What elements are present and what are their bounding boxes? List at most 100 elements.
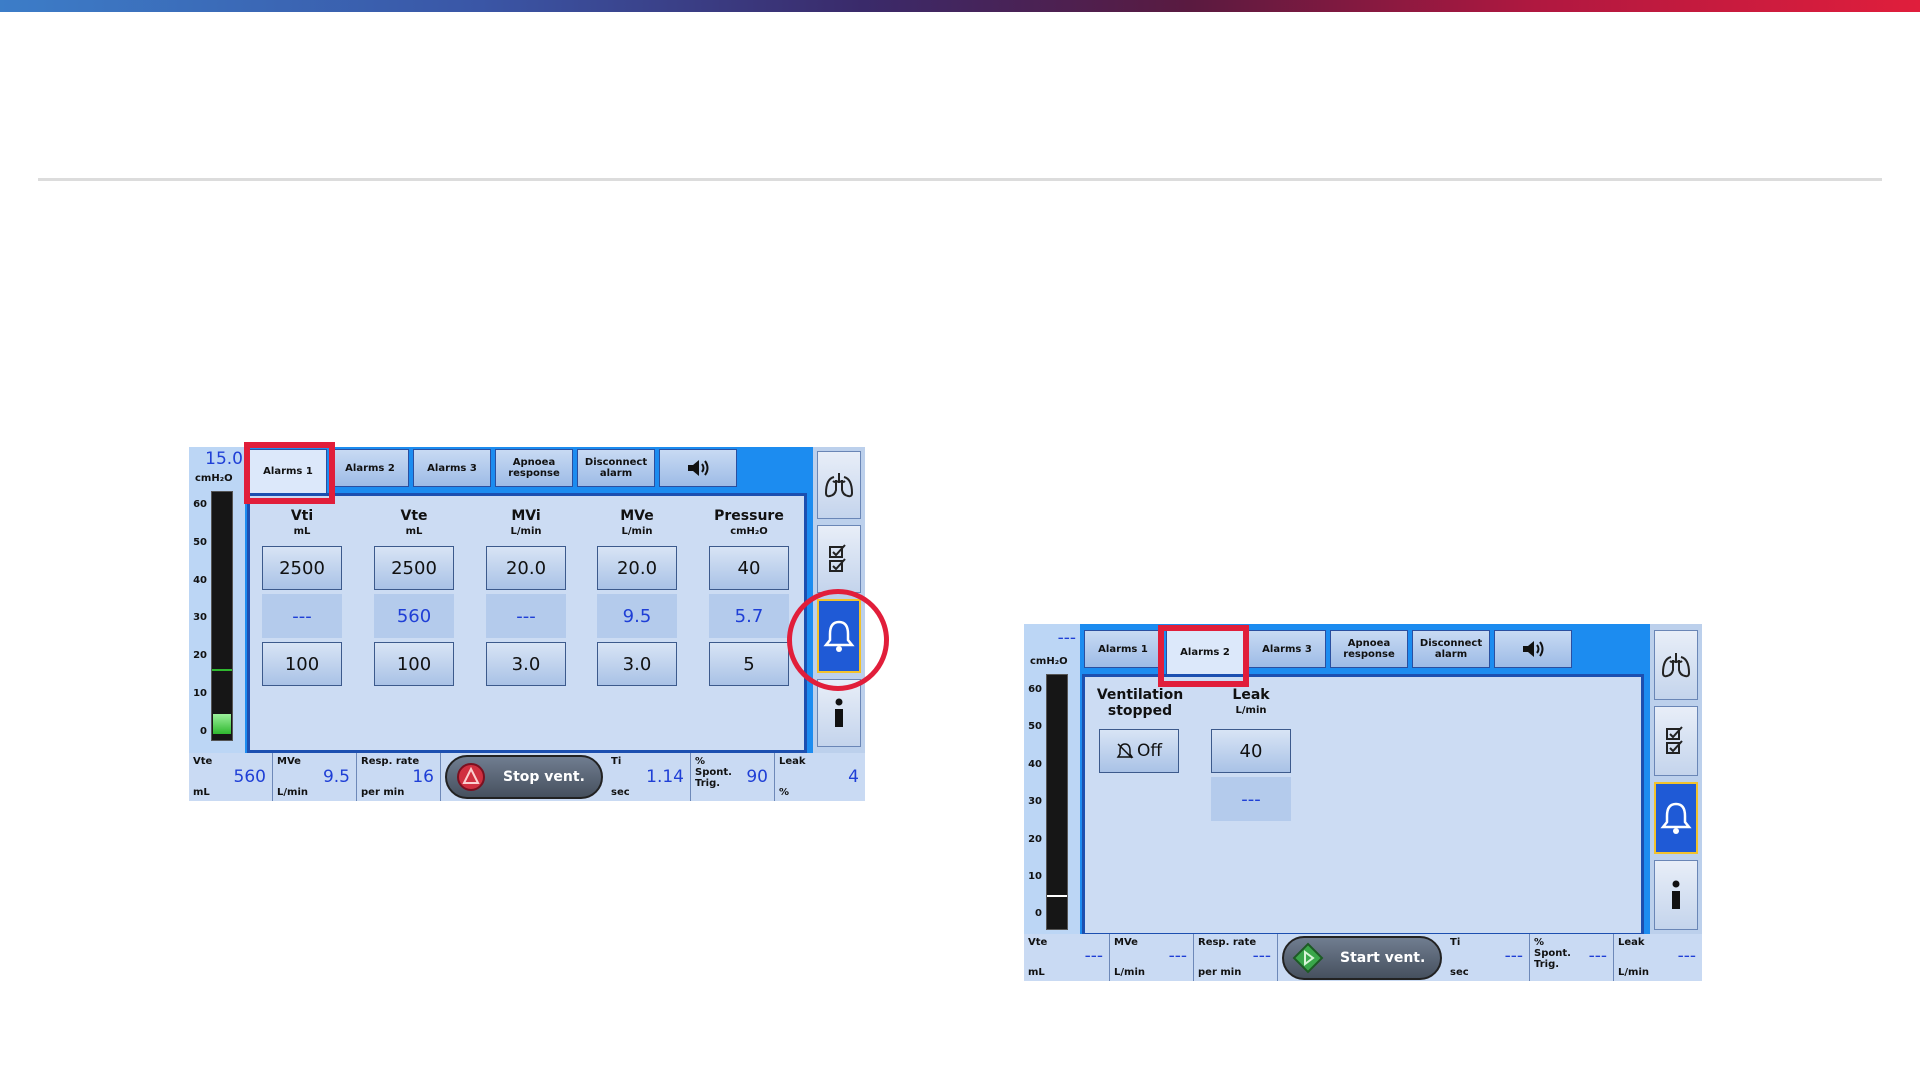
readout-mve: MVe L/min --- [1110, 934, 1194, 981]
tab-alarms-1[interactable]: Alarms 1 [1084, 630, 1162, 668]
gauge-tick: 40 [1028, 759, 1042, 770]
ventilator-screen-alarms-2: --- cmH₂O 60 50 40 30 20 10 0 Alarms 1 A… [1024, 624, 1702, 981]
checklist-menu-button[interactable] [1654, 706, 1698, 776]
column-unit: L/min [621, 526, 653, 537]
highlight-alarms-1-tab [244, 442, 335, 504]
gauge-bar [1046, 674, 1068, 930]
readout-resp-rate: Resp. rate per min 16 [357, 753, 441, 801]
tab-alarms-3[interactable]: Alarms 3 [413, 449, 491, 487]
info-menu-button[interactable] [1654, 860, 1698, 930]
gauge-unit: cmH₂O [1030, 656, 1068, 667]
readout-ti: Ti sec --- [1446, 934, 1530, 981]
ventilation-menu-button[interactable] [1654, 630, 1698, 700]
gauge-marker [1047, 895, 1067, 897]
column-unit: mL [293, 526, 311, 537]
tab-disconnect-alarm[interactable]: Disconnect alarm [1412, 630, 1490, 668]
vti-high-button[interactable]: 2500 [262, 546, 342, 590]
highlight-alarms-2-tab [1158, 625, 1249, 687]
tab-sound[interactable] [659, 449, 737, 487]
tab-alarms-2[interactable]: Alarms 2 [331, 449, 409, 487]
gauge-tick: 20 [1028, 834, 1042, 845]
stop-icon [457, 763, 485, 791]
column-unit: cmH₂O [730, 526, 768, 537]
readout-vte: Vte mL 560 [189, 753, 273, 801]
gauge-tick: 40 [193, 575, 207, 586]
ventilation-menu-button[interactable] [817, 451, 861, 519]
speaker-icon [688, 460, 709, 476]
mvi-low-button[interactable]: 3.0 [486, 642, 566, 686]
ventilation-stopped-alarm-button[interactable]: Off [1099, 729, 1179, 773]
pressure-low-button[interactable]: 5 [709, 642, 789, 686]
pressure-measured: 5.7 [709, 594, 789, 638]
column-unit: L/min [510, 526, 542, 537]
top-accent-bar [0, 0, 1920, 12]
gauge-value: --- [1057, 628, 1076, 648]
gauge-tick: 50 [1028, 721, 1042, 732]
gauge-tick: 60 [193, 499, 207, 510]
checklist-menu-button[interactable] [817, 525, 861, 593]
mve-measured: 9.5 [597, 594, 677, 638]
readout-spont-trig: % Spont. Trig. 90 [691, 753, 775, 801]
speaker-icon [1523, 641, 1544, 657]
tab-apnoea-response[interactable]: Apnoea response [495, 449, 573, 487]
gauge-bar [211, 491, 233, 741]
lungs-icon [1661, 653, 1691, 678]
readout-spont-trig: % Spont. Trig. --- [1530, 934, 1614, 981]
checklist-icon [1666, 726, 1683, 754]
mve-low-button[interactable]: 3.0 [597, 642, 677, 686]
gauge-marker [212, 669, 232, 671]
column-title: MVe [620, 508, 654, 524]
start-icon [1292, 942, 1324, 974]
gauge-tick: 60 [1028, 684, 1042, 695]
stop-vent-button[interactable]: Stop vent. [445, 755, 603, 799]
column-title: Pressure [714, 508, 784, 524]
column-title: Vti [290, 508, 314, 524]
tab-apnoea-response[interactable]: Apnoea response [1330, 630, 1408, 668]
readout-leak: Leak L/min --- [1618, 937, 1696, 978]
leak-unit: L/min [1235, 705, 1267, 716]
info-icon [835, 698, 843, 727]
measurement-bar: Vte mL --- MVe L/min --- Resp. rate per … [1024, 934, 1702, 981]
gauge-tick: 10 [193, 688, 207, 699]
leak-high-button[interactable]: 40 [1211, 729, 1291, 773]
gauge-fill [213, 714, 231, 734]
pressure-gauge: 15.0 cmH₂O 60 50 40 30 20 10 0 [189, 447, 245, 753]
tab-sound[interactable] [1494, 630, 1572, 668]
mve-high-button[interactable]: 20.0 [597, 546, 677, 590]
side-menu [1650, 624, 1702, 934]
mvi-high-button[interactable]: 20.0 [486, 546, 566, 590]
leak-measured: --- [1211, 777, 1291, 821]
measurement-bar: Vte mL 560 MVe L/min 9.5 Resp. rate per … [189, 753, 865, 801]
tab-disconnect-alarm[interactable]: Disconnect alarm [577, 449, 655, 487]
mvi-measured: --- [486, 594, 566, 638]
column-title: Vte [400, 508, 428, 524]
gauge-tick: 0 [1035, 908, 1042, 919]
pressure-high-button[interactable]: 40 [709, 546, 789, 590]
start-vent-button[interactable]: Start vent. [1282, 936, 1442, 980]
gauge-tick: 30 [1028, 796, 1042, 807]
vte-high-button[interactable]: 2500 [374, 546, 454, 590]
alarm-settings-panel: Ventilation stopped Off Leak L/min 40 --… [1082, 674, 1644, 936]
alarm-settings-panel: Vti mL 2500 --- 100 Vte mL 2500 560 100 … [247, 493, 807, 753]
highlight-alarm-button [787, 589, 889, 691]
start-vent-label: Start vent. [1340, 950, 1426, 966]
gauge-tick: 50 [193, 537, 207, 548]
readout-leak: Leak % 4 [779, 756, 859, 798]
column-unit: mL [405, 526, 423, 537]
header-divider [38, 178, 1882, 181]
readout-ti: Ti sec 1.14 [607, 753, 691, 801]
alarm-off-icon [1116, 743, 1134, 759]
ventilation-stopped-value: Off [1136, 741, 1163, 761]
vte-low-button[interactable]: 100 [374, 642, 454, 686]
ventilation-stopped-title: Ventilation stopped [1096, 687, 1184, 719]
vti-low-button[interactable]: 100 [262, 642, 342, 686]
gauge-value: 15.0 [205, 449, 243, 469]
alarms-menu-button[interactable] [1654, 782, 1698, 854]
readout-mve: MVe L/min 9.5 [273, 753, 357, 801]
leak-title: Leak [1232, 687, 1270, 703]
readout-resp-rate: Resp. rate per min --- [1194, 934, 1278, 981]
stop-vent-label: Stop vent. [503, 769, 585, 785]
tab-alarms-3[interactable]: Alarms 3 [1248, 630, 1326, 668]
column-title: MVi [511, 508, 541, 524]
checklist-icon [829, 544, 846, 572]
